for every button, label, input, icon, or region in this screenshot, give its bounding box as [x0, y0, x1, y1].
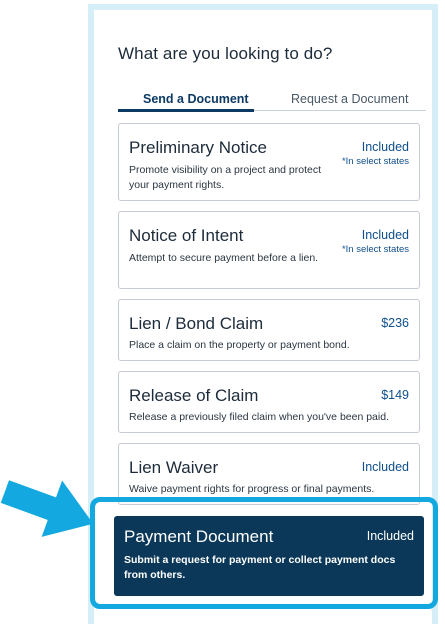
page-title: What are you looking to do?	[118, 44, 333, 63]
card-description: Promote visibility on a project and prot…	[129, 164, 322, 191]
card-lien-waiver[interactable]: Lien Waiver Included Waive payment right…	[118, 443, 420, 505]
document-tabs: Send a Document Request a Document	[118, 92, 426, 112]
card-description: Attempt to secure payment before a lien.	[129, 252, 319, 264]
card-lien-bond-claim[interactable]: Lien / Bond Claim $236 Place a claim on …	[118, 299, 420, 361]
card-description: Place a claim on the property or payment…	[129, 339, 350, 351]
card-title: Notice of Intent	[129, 226, 244, 245]
card-price: $149	[381, 388, 409, 402]
card-title: Release of Claim	[129, 386, 259, 405]
card-release-of-claim[interactable]: Release of Claim $149 Release a previous…	[118, 371, 420, 433]
card-price: Included	[361, 460, 409, 474]
card-title: Lien Waiver	[129, 458, 219, 477]
card-description: Release a previously filed claim when yo…	[129, 411, 389, 423]
card-price-note: *In select states	[341, 156, 409, 167]
pointer-arrow-icon	[0, 480, 94, 537]
card-price: $236	[381, 316, 409, 330]
active-tab-indicator	[118, 109, 254, 112]
selection-highlight-outline	[90, 497, 438, 609]
card-preliminary-notice[interactable]: Preliminary Notice Included *In select s…	[118, 123, 420, 201]
card-description: Waive payment rights for progress or fin…	[129, 483, 375, 495]
card-price: Included	[361, 228, 409, 242]
card-price: Included	[361, 140, 409, 154]
card-notice-of-intent[interactable]: Notice of Intent Included *In select sta…	[118, 211, 420, 289]
card-price-note: *In select states	[341, 244, 409, 255]
card-title: Lien / Bond Claim	[129, 314, 264, 333]
tab-send-document[interactable]: Send a Document	[143, 92, 249, 106]
card-title: Preliminary Notice	[129, 138, 267, 157]
tab-request-document[interactable]: Request a Document	[291, 92, 408, 106]
